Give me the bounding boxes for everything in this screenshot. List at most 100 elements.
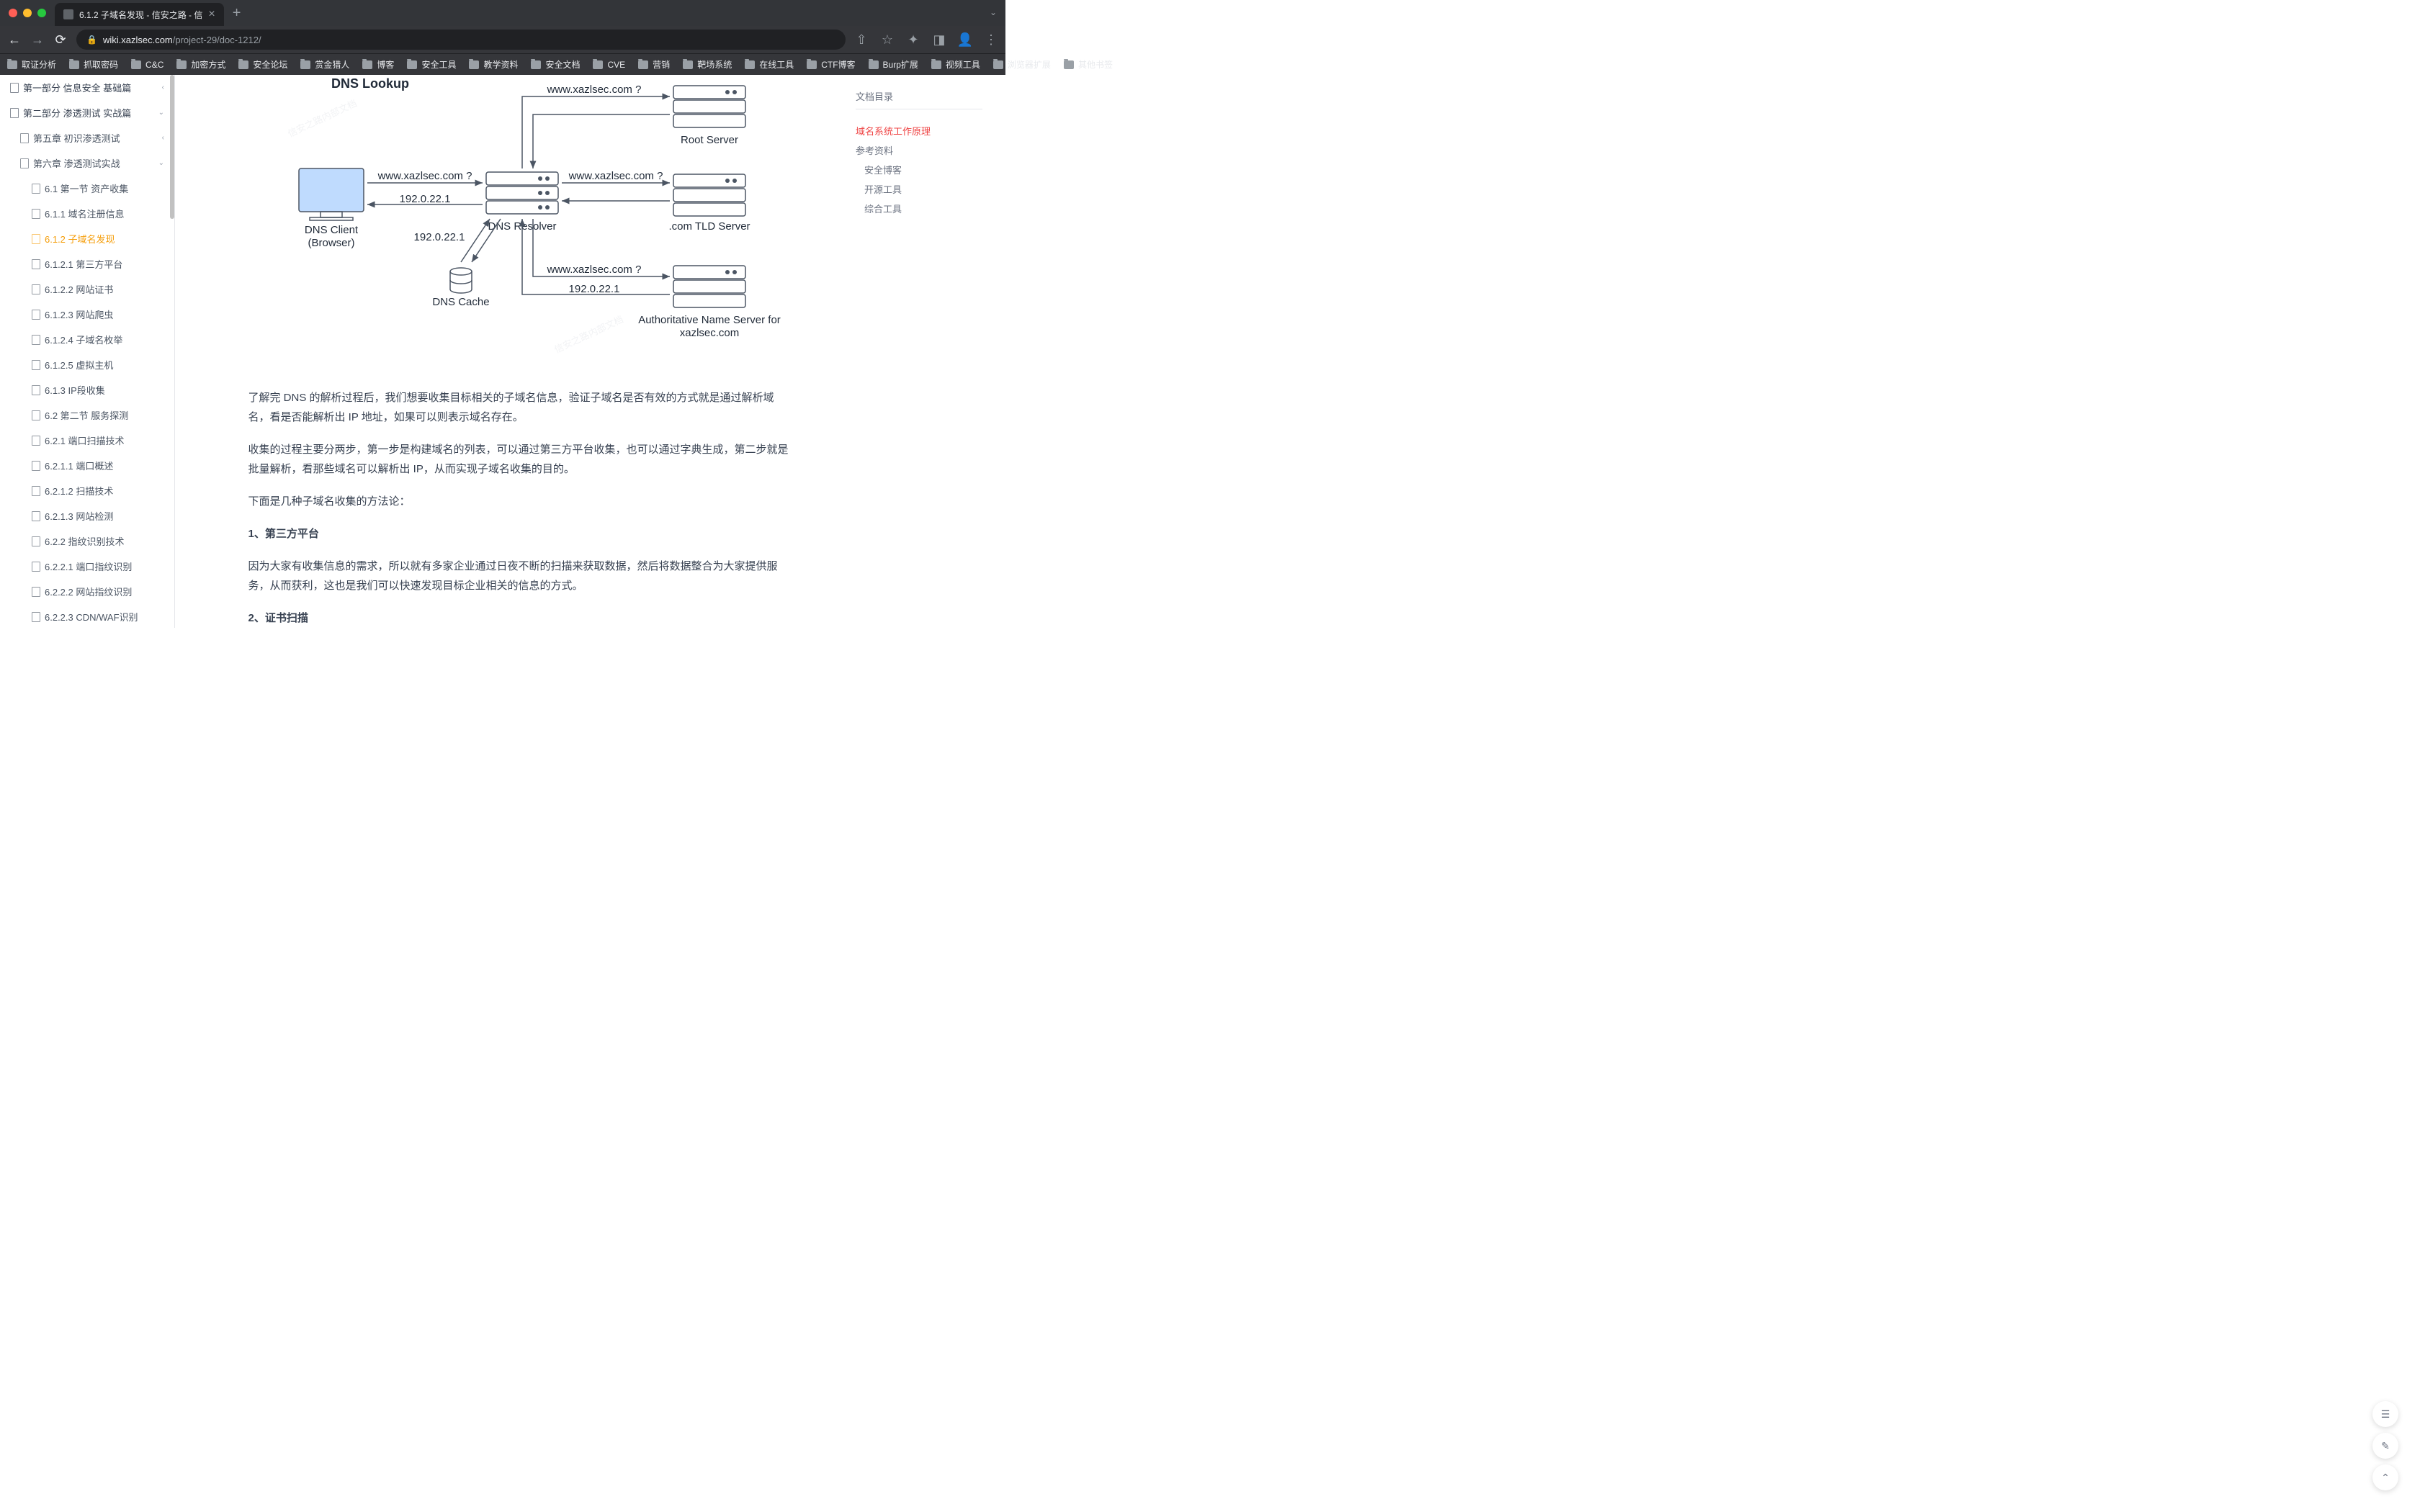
bookmark-folder[interactable]: Burp扩展 bbox=[869, 58, 918, 71]
back-button[interactable]: ← bbox=[7, 32, 22, 47]
bookmark-folder[interactable]: 安全论坛 bbox=[238, 58, 287, 71]
doc-sidebar[interactable]: 第一部分 信息安全 基础篇‹第二部分 渗透测试 实战篇⌄第五章 初识渗透测试‹第… bbox=[0, 75, 175, 628]
sidebar-item[interactable]: 6.2.1.1 端口概述 bbox=[0, 453, 174, 478]
sidebar-item[interactable]: 6.1.3 IP段收集 bbox=[0, 377, 174, 402]
bookmark-folder[interactable]: 教学资料 bbox=[469, 58, 518, 71]
sidebar-item[interactable]: 6.2.2.3 CDN/WAF识别 bbox=[0, 604, 174, 628]
sidebar-item-label: 6.1 第一节 资产收集 bbox=[45, 181, 128, 195]
sidebar-item[interactable]: 6.1.2.2 网站证书 bbox=[0, 276, 174, 302]
forward-button[interactable]: → bbox=[30, 32, 45, 47]
new-tab-button[interactable]: + bbox=[233, 6, 241, 20]
doc-icon bbox=[32, 511, 40, 521]
sidebar-item[interactable]: 6.1.2 子域名发现 bbox=[0, 226, 174, 251]
minimize-window-button[interactable] bbox=[23, 9, 32, 17]
sidebar-item-label: 6.1.2.2 网站证书 bbox=[45, 282, 113, 296]
sidebar-item[interactable]: 第二部分 渗透测试 实战篇⌄ bbox=[0, 100, 174, 125]
bookmark-folder[interactable]: 赏金猎人 bbox=[300, 58, 349, 71]
bookmark-folder[interactable]: CTF博客 bbox=[807, 58, 855, 71]
bookmark-folder[interactable]: 营销 bbox=[638, 58, 670, 71]
svg-text:Root Server: Root Server bbox=[680, 134, 738, 146]
toc-item[interactable]: 开源工具 bbox=[856, 179, 982, 199]
browser-tab[interactable]: 6.1.2 子域名发现 - 信安之路 - 信 × bbox=[55, 3, 224, 26]
doc-icon bbox=[20, 158, 29, 168]
sidebar-item-label: 6.1.2.3 网站爬虫 bbox=[45, 307, 113, 321]
doc-icon bbox=[32, 385, 40, 395]
sidebar-item[interactable]: 6.1.2.4 子域名枚举 bbox=[0, 327, 174, 352]
toc-item[interactable]: 域名系统工作原理 bbox=[856, 121, 982, 140]
sidebar-item[interactable]: 6.2.2.1 端口指纹识别 bbox=[0, 554, 174, 579]
tabs-dropdown-icon[interactable]: ⌄ bbox=[990, 7, 997, 17]
svg-text:Authoritative Name Server for: Authoritative Name Server for bbox=[638, 314, 781, 326]
url-path: /project-29/doc-1212/ bbox=[173, 35, 261, 45]
toc-item[interactable]: 参考资料 bbox=[856, 140, 982, 160]
sidebar-item[interactable]: 6.2.2 指纹识别技术 bbox=[0, 528, 174, 554]
bookmark-folder[interactable]: C&C bbox=[131, 60, 163, 70]
share-icon[interactable]: ⇧ bbox=[854, 32, 869, 47]
sidebar-item-label: 6.2.2 指纹识别技术 bbox=[45, 534, 125, 548]
sidebar-item[interactable]: 6.1 第一节 资产收集 bbox=[0, 176, 174, 201]
sidebar-item-label: 第六章 渗透测试实战 bbox=[33, 156, 120, 170]
bookmark-folder[interactable]: 靶场系统 bbox=[683, 58, 732, 71]
chevron-icon: ‹ bbox=[162, 134, 164, 142]
bookmarks-bar: 取证分析 抓取密码 C&C 加密方式 安全论坛 赏金猎人 博客 安全工具 教学资… bbox=[0, 53, 1005, 75]
doc-icon bbox=[32, 410, 40, 420]
sidebar-item-label: 第二部分 渗透测试 实战篇 bbox=[23, 106, 131, 120]
tab-title: 6.1.2 子域名发现 - 信安之路 - 信 bbox=[79, 9, 202, 21]
toc-panel: 文档目录 域名系统工作原理参考资料安全博客开源工具综合工具 bbox=[847, 75, 991, 628]
bookmark-folder[interactable]: 浏览器扩展 bbox=[993, 58, 1051, 71]
sidebar-item[interactable]: 6.2.1.3 网站检测 bbox=[0, 503, 174, 528]
url-domain: wiki.xazlsec.com bbox=[103, 35, 173, 45]
profile-icon[interactable]: 👤 bbox=[958, 32, 972, 47]
menu-icon[interactable]: ⋮ bbox=[984, 32, 998, 47]
sidebar-scrollbar[interactable] bbox=[170, 75, 174, 219]
content-area[interactable]: DNS Lookup DNS Client (Browser) bbox=[175, 75, 1005, 628]
folder-icon bbox=[869, 60, 879, 69]
bookmark-folder[interactable]: 安全文档 bbox=[531, 58, 580, 71]
sidebar-item[interactable]: 6.2 第二节 服务探测 bbox=[0, 402, 174, 428]
folder-icon bbox=[238, 60, 248, 69]
sidebar-item[interactable]: 第五章 初识渗透测试 ‹ bbox=[0, 125, 174, 150]
sidebar-item[interactable]: 6.1.2.5 虚拟主机 bbox=[0, 352, 174, 377]
other-bookmarks[interactable]: 其他书签 bbox=[1064, 58, 1113, 71]
sidebar-item[interactable]: 6.2.2.2 网站指纹识别 bbox=[0, 579, 174, 604]
sidepanel-icon[interactable]: ◨ bbox=[932, 32, 946, 47]
sidebar-item-label: 第五章 初识渗透测试 bbox=[33, 131, 120, 145]
toc-item[interactable]: 综合工具 bbox=[856, 199, 982, 218]
bookmark-folder[interactable]: 安全工具 bbox=[407, 58, 456, 71]
folder-icon bbox=[745, 60, 755, 69]
doc-icon bbox=[32, 536, 40, 546]
url-input[interactable]: 🔒 wiki.xazlsec.com/project-29/doc-1212/ bbox=[76, 30, 846, 50]
extensions-icon[interactable]: ✦ bbox=[906, 32, 920, 47]
bookmark-folder[interactable]: 加密方式 bbox=[176, 58, 225, 71]
close-window-button[interactable] bbox=[9, 9, 17, 17]
bookmark-star-icon[interactable]: ☆ bbox=[880, 32, 895, 47]
sidebar-item[interactable]: 6.1.2.3 网站爬虫 bbox=[0, 302, 174, 327]
chevron-icon: ⌄ bbox=[158, 159, 164, 167]
bookmark-folder[interactable]: 取证分析 bbox=[7, 58, 56, 71]
bookmark-folder[interactable]: 抓取密码 bbox=[69, 58, 118, 71]
bookmark-folder[interactable]: CVE bbox=[593, 60, 625, 70]
bookmark-folder[interactable]: 视频工具 bbox=[931, 58, 980, 71]
edit-button[interactable]: ✎ bbox=[2372, 1433, 2398, 1459]
toc-toggle-button[interactable]: ☰ bbox=[2372, 1401, 2398, 1427]
scroll-top-button[interactable]: ⌃ bbox=[2372, 1464, 2398, 1490]
folder-icon bbox=[176, 60, 187, 69]
sidebar-item[interactable]: 6.1.2.1 第三方平台 bbox=[0, 251, 174, 276]
toc-item[interactable]: 安全博客 bbox=[856, 160, 982, 179]
reload-button[interactable]: ⟳ bbox=[53, 32, 68, 47]
doc-icon bbox=[20, 133, 29, 143]
article-body: 了解完 DNS 的解析过程后，我们想要收集目标相关的子域名信息，验证子域名是否有… bbox=[248, 388, 789, 628]
close-tab-icon[interactable]: × bbox=[208, 9, 215, 20]
sidebar-item[interactable]: 6.2.1.2 扫描技术 bbox=[0, 478, 174, 503]
sidebar-item[interactable]: 6.1.1 域名注册信息 bbox=[0, 201, 174, 226]
folder-icon bbox=[993, 60, 1003, 69]
sidebar-item[interactable]: 6.2.1 端口扫描技术 bbox=[0, 428, 174, 453]
bookmark-folder[interactable]: 在线工具 bbox=[745, 58, 794, 71]
svg-text:www.xazlsec.com ?: www.xazlsec.com ? bbox=[377, 170, 472, 182]
sidebar-item[interactable]: 第六章 渗透测试实战 ⌄ bbox=[0, 150, 174, 176]
sidebar-item-label: 6.2 第二节 服务探测 bbox=[45, 408, 128, 422]
maximize-window-button[interactable] bbox=[37, 9, 46, 17]
folder-icon bbox=[931, 60, 941, 69]
sidebar-item[interactable]: 第一部分 信息安全 基础篇‹ bbox=[0, 75, 174, 100]
bookmark-folder[interactable]: 博客 bbox=[362, 58, 394, 71]
